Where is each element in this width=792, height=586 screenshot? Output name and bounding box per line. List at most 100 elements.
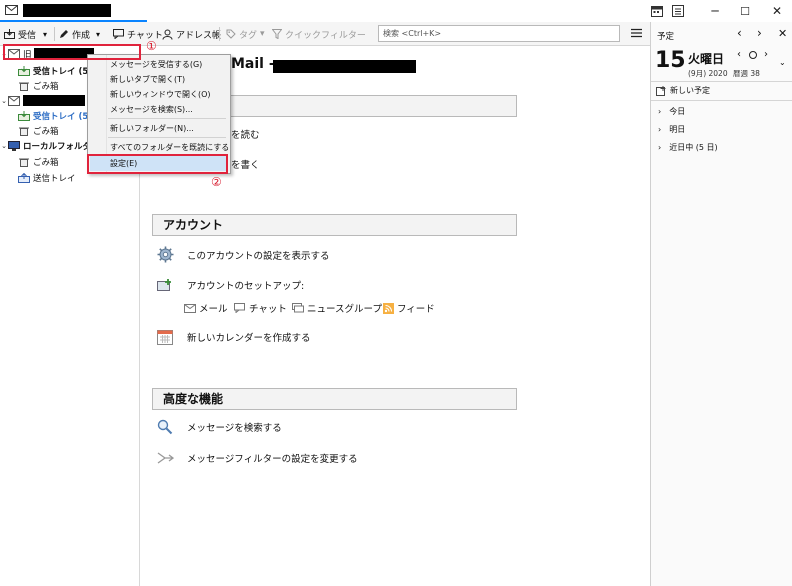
maximize-button[interactable]: ☐ [730,0,760,22]
close-icon[interactable]: ✕ [778,27,787,40]
folder-row-account-2[interactable]: ⌄ [0,93,85,108]
chevron-down-icon: ▾ [96,29,101,39]
gear-icon [157,246,174,263]
write-message-link[interactable]: を書く [231,157,260,171]
setup-newsgroup-label: ニュースグループ [307,304,382,315]
search-input[interactable]: 検索 <Ctrl+K> [378,25,620,42]
setup-email-link[interactable]: メール [184,301,228,315]
agenda-section-upcoming[interactable]: › 近日中 (5 日) [658,142,718,153]
close-button[interactable]: ✕ [762,0,792,22]
toolbar-separator [54,27,55,41]
view-settings-row[interactable]: このアカウントの設定を表示する [157,246,330,263]
read-messages-link[interactable]: を読む [231,127,260,141]
setup-feed-link[interactable]: フィード [383,301,435,315]
new-calendar-row[interactable]: 新しいカレンダーを作成する [157,329,311,345]
search-icon [157,419,173,435]
newsgroup-icon [292,303,304,313]
agenda-weekday: 火曜日 [688,52,725,66]
write-button[interactable]: 作成 [59,25,90,43]
agenda-title: 予定 [657,32,675,42]
agenda-month-year: (9月) 2020 [688,69,728,78]
tag-button[interactable]: タグ ▾ [226,25,265,43]
agenda-section-label: 明日 [669,125,686,134]
message-filters-label: メッセージフィルターの設定を変更する [187,454,358,465]
chevron-down-icon: ▾ [43,29,48,39]
folder-row-trash-3[interactable]: ごみ箱 [18,154,59,169]
account-setup-label: アカウントのセットアップ: [187,281,305,292]
setup-newsgroup-link[interactable]: ニュースグループ [292,301,382,315]
chat-icon [113,29,124,39]
search-messages-row[interactable]: メッセージを検索する [157,419,282,435]
agenda-section-label: 近日中 (5 日) [669,143,718,152]
setup-chat-label: チャット [249,304,287,315]
minimize-button[interactable]: ─ [700,0,730,22]
tag-label: タグ [239,30,258,41]
filter-icon [272,29,282,39]
add-account-icon [157,278,171,291]
calendar-icon[interactable] [651,5,663,17]
quick-filter-button[interactable]: クイックフィルター [272,25,366,43]
new-calendar-label: 新しいカレンダーを作成する [187,333,311,344]
redacted-account-title [273,60,416,73]
chat-icon [234,303,245,313]
folder-label: ごみ箱 [33,157,59,168]
folder-row-trash-2[interactable]: ごみ箱 [18,123,59,138]
account-mail-icon [8,95,20,106]
agenda-section-tomorrow[interactable]: › 明日 [658,124,685,135]
tasks-icon[interactable] [672,5,684,17]
write-dropdown[interactable]: ▾ [96,25,100,43]
chevron-down-icon[interactable]: ⌄ [0,97,8,105]
today-circle-icon[interactable] [749,51,757,59]
new-event-button[interactable]: 新しい予定 [656,85,710,96]
chevron-down-icon[interactable]: ⌄ [0,142,8,150]
menu-separator [108,118,226,119]
menu-separator [108,137,226,138]
agenda-day-number: 15 [655,48,686,73]
folder-label: ごみ箱 [33,126,59,137]
agenda-week-number: 暦週 38 [733,69,760,78]
chevron-right-icon: › [658,143,662,152]
inbox-icon [18,110,30,121]
agenda-section-today[interactable]: › 今日 [658,106,685,117]
mail-icon [5,5,18,15]
menu-item-open-new-window[interactable]: 新しいウィンドウで開く(O) [110,89,211,100]
download-icon [4,29,15,39]
message-filters-row[interactable]: メッセージフィルターの設定を変更する [157,450,358,466]
setup-chat-link[interactable]: チャット [234,301,287,315]
rss-feed-icon [383,302,394,314]
chevron-right-icon: › [658,107,662,116]
mail-tab[interactable] [0,0,147,22]
chevron-left-icon[interactable]: ‹ [737,26,742,40]
menu-item-mark-all-read[interactable]: すべてのフォルダーを既読にする [110,142,229,153]
folder-row-trash-1[interactable]: ごみ箱 [18,78,59,93]
address-book-icon [162,29,173,40]
folder-row-outbox[interactable]: 送信トレイ [18,170,76,185]
setup-email-label: メール [199,304,228,315]
menu-item-get-messages[interactable]: メッセージを受信する(G) [110,59,202,70]
filter-icon [157,452,174,464]
account-setup-row: アカウントのセットアップ: [157,278,304,292]
address-book-label: アドレス帳 [176,30,222,41]
folder-label: ごみ箱 [33,81,59,92]
menu-item-search-messages[interactable]: メッセージを検索(S)... [110,104,193,115]
folder-label: 送信トレイ [33,173,76,184]
chevron-right-icon[interactable]: › [764,49,768,60]
chevron-down-icon[interactable]: ⌄ [779,58,786,67]
get-mail-button[interactable]: 受信 [4,25,36,43]
address-book-button[interactable]: アドレス帳 [162,25,221,43]
chevron-left-icon[interactable]: ‹ [737,49,741,60]
annotation-step2: ② [211,175,222,189]
page-title: Mail - [231,56,275,72]
folder-row-local-folders[interactable]: ⌄ ローカルフォルダー [0,138,100,153]
computer-icon [8,140,20,151]
trash-icon [19,82,29,91]
trash-icon [19,158,29,167]
get-mail-dropdown[interactable]: ▾ [43,25,47,43]
menu-item-new-folder[interactable]: 新しいフォルダー(N)... [110,123,194,134]
chevron-down-icon: ▾ [260,29,265,39]
hamburger-icon[interactable] [631,28,642,38]
chevron-right-icon[interactable]: › [757,26,762,40]
calendar-icon [157,330,173,345]
menu-item-open-new-tab[interactable]: 新しいタブで開く(T) [110,74,185,85]
search-messages-label: メッセージを検索する [187,423,282,434]
